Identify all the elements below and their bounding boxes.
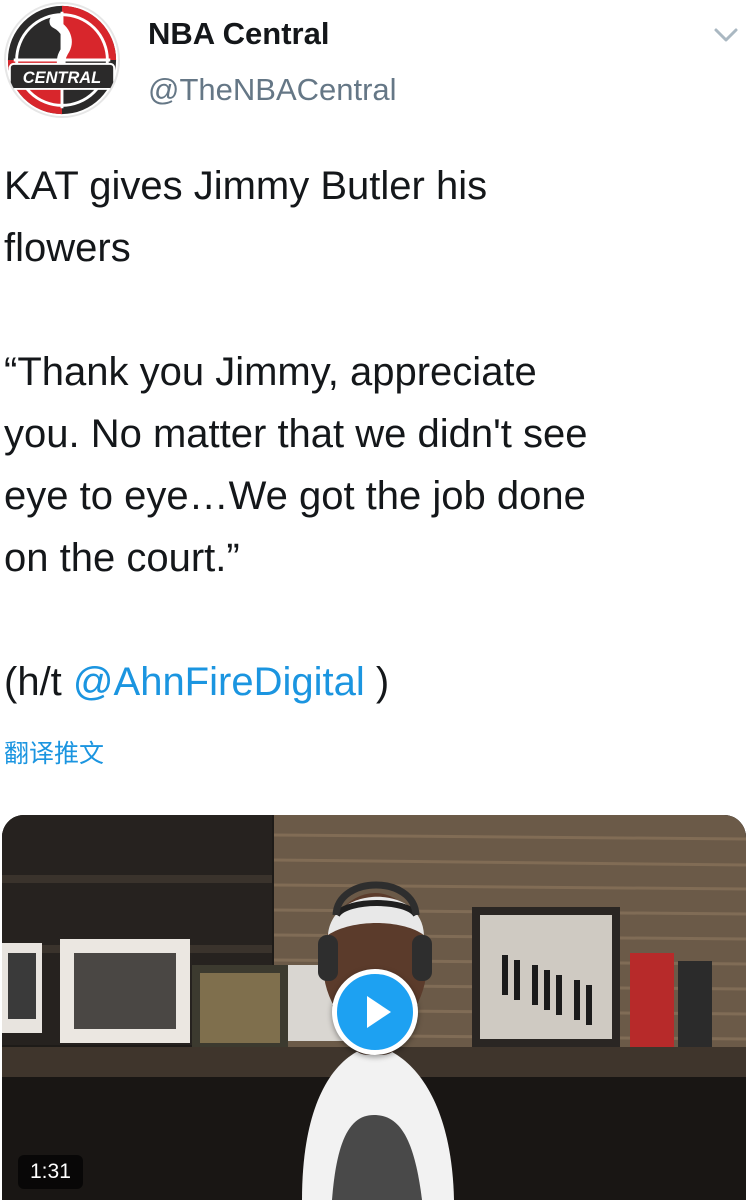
author-name[interactable]: NBA Central: [148, 16, 329, 52]
author-handle[interactable]: @TheNBACentral: [148, 72, 397, 108]
tweet-text: KAT gives Jimmy Butler his flowers “Than…: [4, 155, 748, 713]
video-player[interactable]: 1:31: [2, 815, 746, 1200]
play-button[interactable]: [332, 969, 418, 1055]
tweet-tail: ): [364, 660, 390, 704]
video-duration: 1:31: [18, 1155, 83, 1189]
logo-text: CENTRAL: [23, 69, 101, 87]
chevron-down-icon[interactable]: [706, 20, 746, 50]
play-icon: [367, 996, 391, 1028]
avatar[interactable]: CENTRAL: [4, 2, 120, 118]
mention-link[interactable]: @AhnFireDigital: [73, 660, 365, 704]
tweet-body: KAT gives Jimmy Butler his flowers “Than…: [4, 164, 588, 704]
translate-tweet-link[interactable]: 翻译推文: [4, 734, 104, 770]
nba-central-logo: CENTRAL: [7, 5, 117, 115]
